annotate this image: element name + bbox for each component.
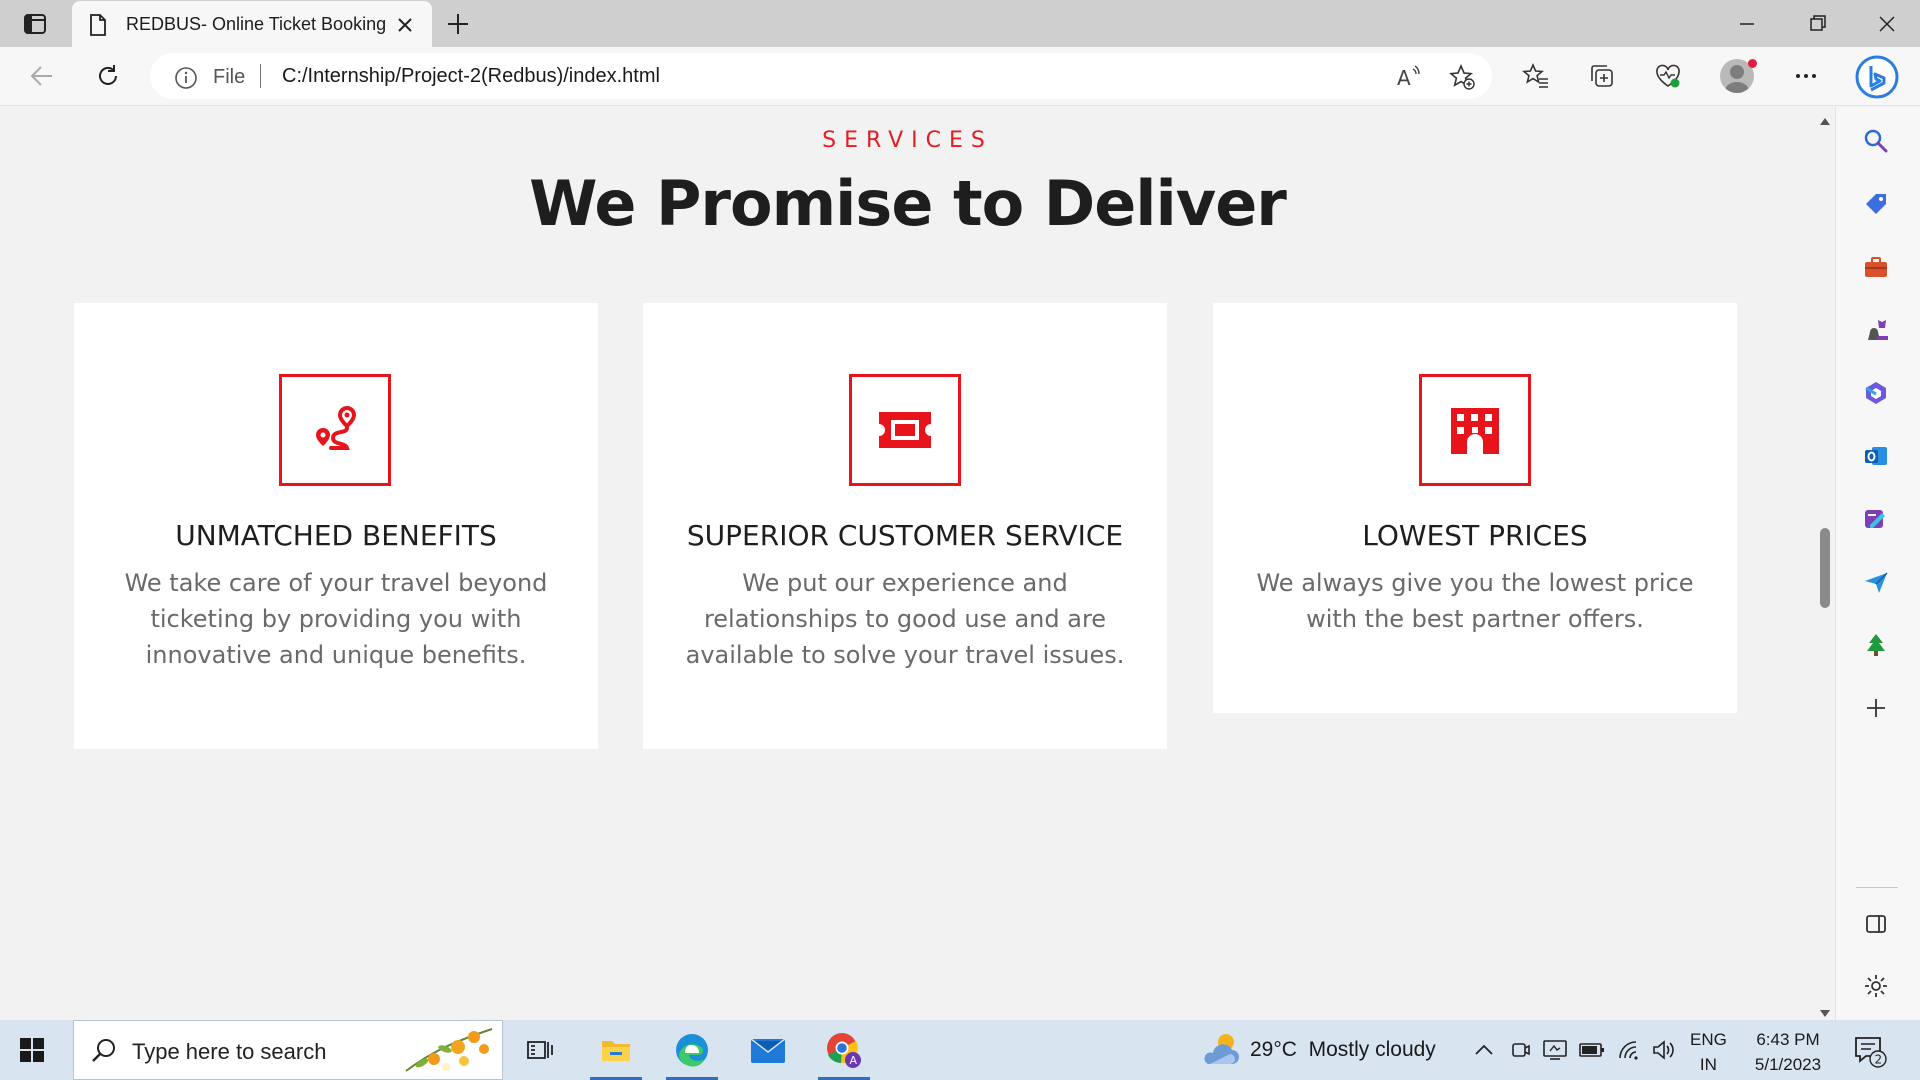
- profile-notification-dot: [1748, 59, 1757, 68]
- add-favorite-icon[interactable]: [1448, 63, 1476, 91]
- scroll-down-arrow-icon[interactable]: [1819, 1006, 1831, 1017]
- service-card-customer-service: SUPERIOR CUSTOMER SERVICE We put our exp…: [643, 303, 1167, 749]
- card-description: We put our experience and relationships …: [685, 569, 1125, 669]
- tab-actions-icon[interactable]: [20, 10, 50, 38]
- page-icon: [88, 14, 108, 41]
- ticket-icon: [849, 374, 961, 486]
- scroll-thumb[interactable]: [1820, 528, 1830, 608]
- url-scheme-label: File: [213, 66, 246, 88]
- clock-date: 5/1/2023: [1754, 1055, 1822, 1074]
- sidebar-games-icon[interactable]: [1858, 312, 1894, 348]
- sidebar-shopping-icon[interactable]: [1858, 186, 1894, 222]
- bing-chat-icon[interactable]: [1853, 53, 1901, 101]
- section-eyebrow: SERVICES: [822, 128, 993, 153]
- section-heading: We Promise to Deliver: [529, 167, 1287, 240]
- hotel-icon: [1419, 374, 1531, 486]
- sidebar-office-icon[interactable]: [1858, 375, 1894, 411]
- service-card-lowest-prices: LOWEST PRICES We always give you the low…: [1213, 303, 1737, 713]
- close-window-icon[interactable]: [1872, 10, 1902, 38]
- omnibox-divider: [260, 64, 261, 88]
- card-title: SUPERIOR CUSTOMER SERVICE: [686, 519, 1124, 552]
- card-description: We always give you the lowest price with…: [1256, 569, 1694, 633]
- collections-icon[interactable]: [1584, 58, 1620, 94]
- favorites-icon[interactable]: [1518, 58, 1554, 94]
- browser-tab[interactable]: REDBUS- Online Ticket Booking: [72, 1, 432, 47]
- sidebar-add-icon[interactable]: [1858, 690, 1894, 726]
- sidebar-tree-icon[interactable]: [1858, 627, 1894, 663]
- battery-icon[interactable]: [1578, 1036, 1606, 1064]
- sidebar-divider: [1856, 887, 1898, 888]
- windows-start-icon[interactable]: [18, 1036, 46, 1069]
- volume-icon[interactable]: [1650, 1036, 1678, 1064]
- show-hidden-icons-chevron-up-icon[interactable]: [1470, 1036, 1498, 1064]
- weather-description: Mostly cloudy: [1308, 1038, 1436, 1061]
- search-placeholder: Type here to search: [132, 1039, 327, 1064]
- svg-text:A: A: [1397, 66, 1411, 90]
- windows-taskbar: Type here to search A 29°C Mostly cloudy: [0, 1020, 1920, 1080]
- browser-essentials-icon[interactable]: [1650, 58, 1686, 94]
- more-options-icon[interactable]: [1788, 58, 1824, 94]
- notification-center-icon[interactable]: 2: [1852, 1033, 1888, 1074]
- restore-icon[interactable]: [1802, 10, 1832, 38]
- meet-now-icon[interactable]: [1506, 1036, 1534, 1064]
- edge-sidebar: [1835, 107, 1920, 1020]
- sidebar-send-icon[interactable]: [1858, 564, 1894, 600]
- chrome-icon[interactable]: A: [810, 1020, 878, 1080]
- language-code: ENG: [1690, 1030, 1727, 1049]
- input-language-indicator[interactable]: ENG IN: [1690, 1027, 1727, 1077]
- mail-icon[interactable]: [734, 1020, 802, 1080]
- system-clock[interactable]: 6:43 PM 5/1/2023: [1748, 1027, 1828, 1077]
- read-aloud-icon[interactable]: A: [1394, 63, 1422, 91]
- sidebar-search-icon[interactable]: [1858, 123, 1894, 159]
- tab-strip: REDBUS- Online Ticket Booking: [0, 0, 1920, 47]
- weather-cloudy-icon[interactable]: [1200, 1030, 1242, 1075]
- sidebar-outlook-icon[interactable]: [1858, 438, 1894, 474]
- new-tab-icon[interactable]: [444, 10, 472, 38]
- page-scrollbar[interactable]: [1815, 107, 1835, 1020]
- card-title: UNMATCHED BENEFITS: [175, 519, 497, 552]
- notification-count: 2: [1875, 1053, 1883, 1067]
- tab-title: REDBUS- Online Ticket Booking: [126, 14, 387, 34]
- region-code: IN: [1699, 1055, 1717, 1074]
- clock-time: 6:43 PM: [1756, 1030, 1820, 1049]
- url-text[interactable]: C:/Internship/Project-2(Redbus)/index.ht…: [282, 65, 660, 88]
- svg-text:A: A: [850, 1054, 858, 1067]
- minimize-icon[interactable]: [1732, 10, 1762, 38]
- sidebar-designer-icon[interactable]: [1858, 501, 1894, 537]
- service-card-benefits: UNMATCHED BENEFITS We take care of your …: [74, 303, 598, 749]
- route-icon: [279, 374, 391, 486]
- card-title: LOWEST PRICES: [1362, 519, 1588, 552]
- search-icon: [90, 1037, 118, 1070]
- sidebar-tools-icon[interactable]: [1858, 249, 1894, 285]
- file-explorer-icon[interactable]: [582, 1020, 650, 1080]
- sidebar-settings-icon[interactable]: [1858, 968, 1894, 1004]
- address-bar[interactable]: File C:/Internship/Project-2(Redbus)/ind…: [150, 53, 1492, 99]
- taskbar-search-box[interactable]: Type here to search: [73, 1020, 503, 1080]
- page-viewport: SERVICES We Promise to Deliver UNMATCHED…: [0, 107, 1815, 1020]
- card-description: We take care of your travel beyond ticke…: [124, 569, 548, 669]
- edge-browser-icon[interactable]: [658, 1020, 726, 1080]
- close-tab-icon[interactable]: [394, 14, 416, 36]
- search-highlight-flowers-icon: [400, 1023, 500, 1080]
- scroll-up-arrow-icon[interactable]: [1819, 113, 1831, 125]
- browser-toolbar: File C:/Internship/Project-2(Redbus)/ind…: [0, 47, 1920, 106]
- back-icon[interactable]: [24, 58, 60, 94]
- refresh-icon[interactable]: [90, 58, 126, 94]
- display-icon[interactable]: [1541, 1036, 1569, 1064]
- weather-widget[interactable]: 29°C Mostly cloudy: [1250, 1038, 1436, 1062]
- wifi-icon[interactable]: [1616, 1036, 1644, 1064]
- weather-temperature: 29°C: [1250, 1038, 1297, 1061]
- task-view-icon[interactable]: [506, 1020, 574, 1080]
- hide-sidebar-icon[interactable]: [1858, 906, 1894, 942]
- info-icon[interactable]: [174, 66, 198, 95]
